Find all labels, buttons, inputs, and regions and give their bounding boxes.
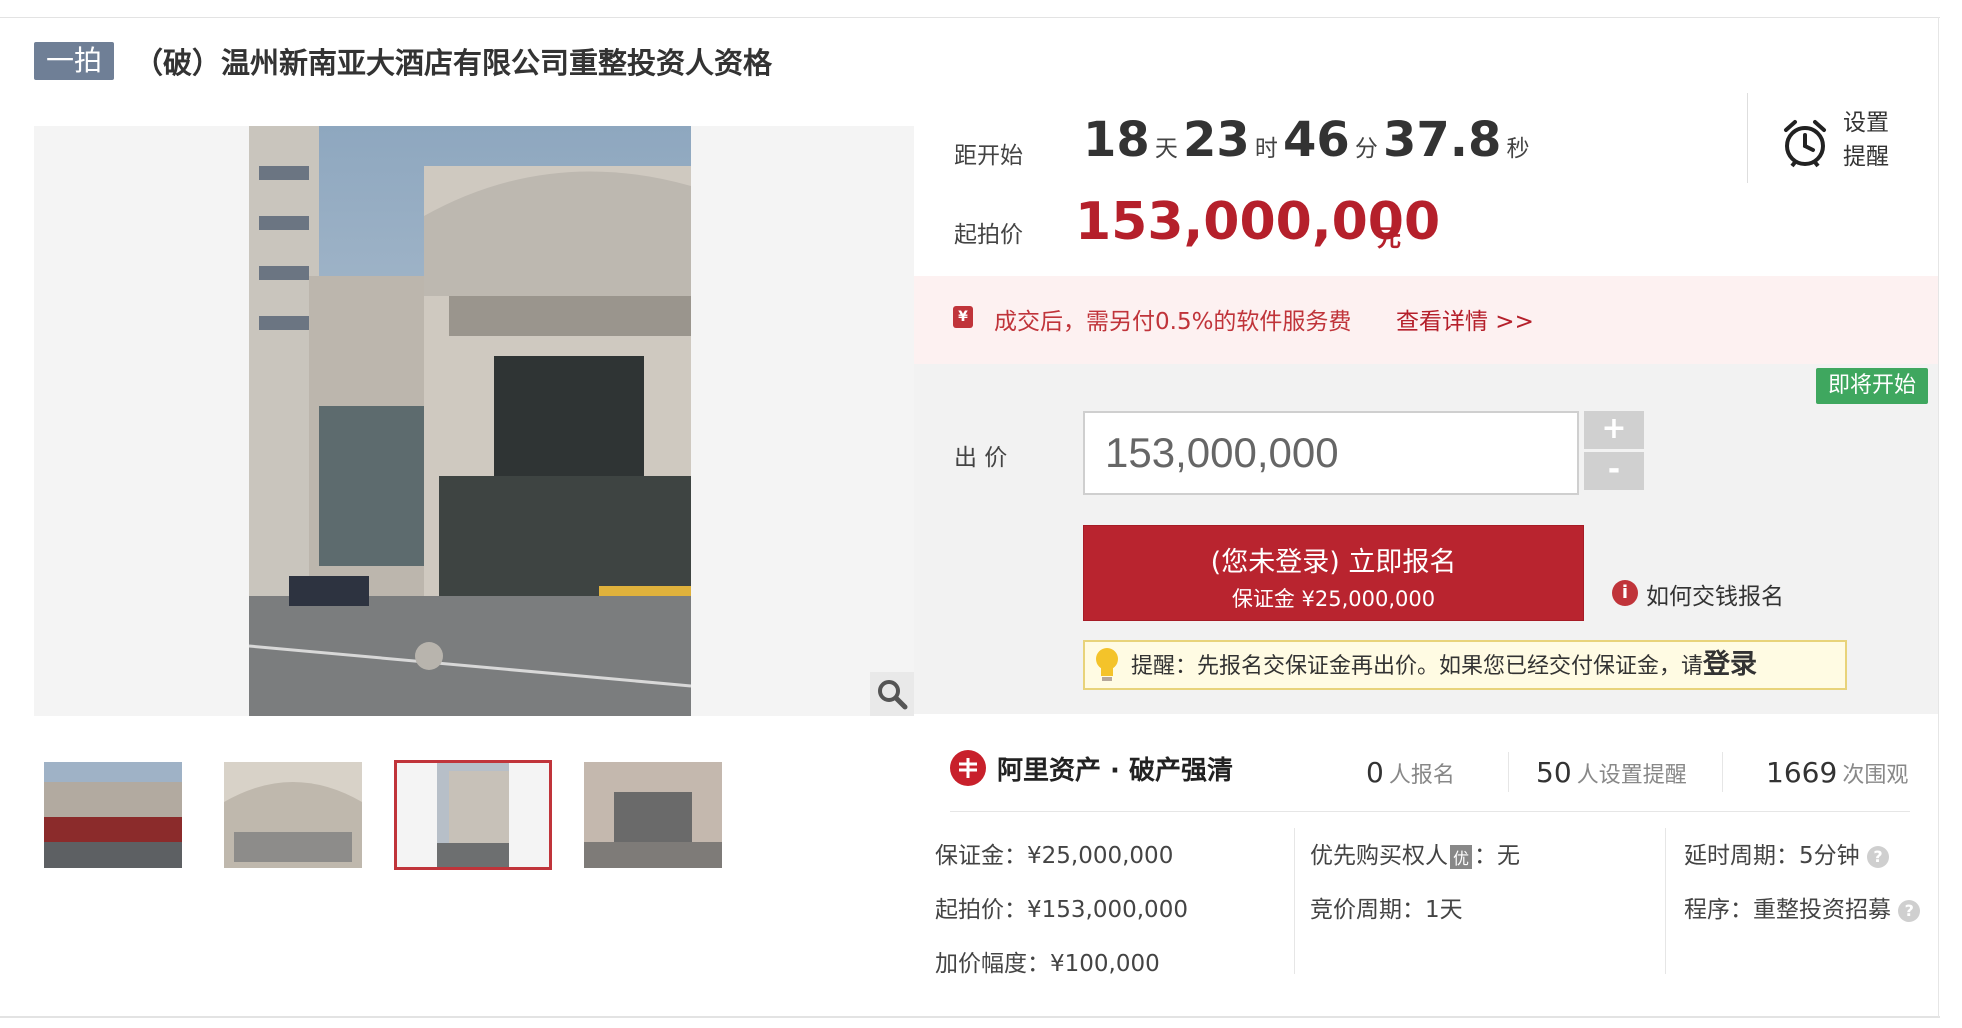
details-divider-2	[1665, 828, 1666, 974]
fee-icon: ¥	[953, 306, 973, 328]
bid-label: 出 价	[954, 445, 1008, 471]
reminder-line-2: 提醒	[1843, 144, 1889, 170]
start-price-unit: 元	[1377, 224, 1401, 252]
countdown-hours: 23	[1182, 112, 1250, 168]
thumbnail-3-selected[interactable]	[394, 760, 552, 870]
signup-count: 0 人报名	[1366, 756, 1455, 789]
stats-divider-1	[1508, 752, 1509, 792]
details-divider	[950, 811, 1910, 812]
page-title: （破）温州新南亚大酒店有限公司重整投资人资格	[134, 46, 773, 80]
bottom-divider	[0, 1016, 1940, 1018]
magnifier-icon	[878, 680, 908, 710]
reminder-line-1: 设置	[1843, 110, 1889, 136]
detail-delay: 延时周期：5分钟 ?	[1684, 836, 1889, 870]
delay-help-icon[interactable]: ?	[1866, 845, 1889, 868]
login-link[interactable]: 登录	[1703, 649, 1757, 680]
bid-amount-input[interactable]: 153,000,000	[1083, 411, 1579, 495]
seller-logo-icon	[950, 750, 986, 786]
thumbnail-4[interactable]	[584, 762, 722, 868]
decrease-bid-button[interactable]: -	[1584, 452, 1644, 490]
view-count-label: 次围观	[1842, 763, 1909, 788]
detail-priority: 优先购买权人优：无	[1310, 836, 1520, 870]
zoom-button[interactable]	[870, 672, 914, 716]
days-unit: 天	[1154, 136, 1178, 162]
start-price-label: 起拍价	[954, 222, 1023, 248]
priority-badge: 优	[1450, 844, 1473, 869]
reminder-divider	[1747, 93, 1748, 183]
tip-text: 提醒：先报名交保证金再出价。如果您已经交付保证金，请	[1131, 654, 1704, 679]
detail-increment: 加价幅度：¥100,000	[935, 951, 1160, 977]
seller-name[interactable]: 阿里资产 · 破产强清	[997, 750, 1233, 787]
detail-procedure: 程序：重整投资招募 ?	[1684, 890, 1921, 924]
info-icon: i	[1612, 580, 1638, 606]
countdown-seconds: 37.8	[1382, 112, 1502, 168]
signup-main-label: (您未登录) 立即报名	[1210, 547, 1457, 578]
view-count-value: 1669	[1766, 756, 1838, 789]
detail-deposit: 保证金：¥25,000,000	[935, 843, 1174, 869]
stats-divider-2	[1722, 752, 1723, 792]
reminder-count-value: 50	[1536, 756, 1572, 789]
signup-deposit-label: 保证金 ¥25,000,000	[1231, 587, 1436, 611]
signup-button[interactable]: (您未登录) 立即报名 保证金 ¥25,000,000	[1083, 525, 1584, 621]
detail-cycle: 竞价周期：1天	[1310, 897, 1463, 923]
signup-count-label: 人报名	[1388, 763, 1455, 788]
login-tip: 提醒：先报名交保证金再出价。如果您已经交付保证金，请登录	[1083, 640, 1847, 690]
view-count: 1669 次围观	[1766, 756, 1908, 789]
delay-text: 延时周期：5分钟	[1684, 843, 1860, 869]
main-photo[interactable]	[249, 126, 691, 716]
detail-start-price: 起拍价：¥153,000,000	[935, 897, 1188, 923]
priority-value: ：无	[1474, 843, 1521, 869]
alarm-clock-icon[interactable]	[1782, 118, 1828, 170]
countdown-minutes: 46	[1282, 112, 1350, 168]
thumbnail-2[interactable]	[224, 762, 362, 868]
countdown-days: 18	[1083, 112, 1150, 168]
hours-unit: 时	[1254, 136, 1278, 162]
thumbnail-1[interactable]	[44, 762, 182, 868]
auction-round-tag: 一拍	[34, 42, 114, 80]
lightbulb-icon	[1093, 646, 1121, 684]
how-to-pay-link[interactable]: 如何交钱报名	[1646, 577, 1784, 611]
priority-label: 优先购买权人	[1310, 843, 1448, 869]
increase-bid-button[interactable]: +	[1584, 411, 1644, 449]
top-divider	[0, 17, 1940, 18]
procedure-text: 程序：重整投资招募	[1684, 897, 1891, 923]
view-details-link[interactable]: 查看详情 >>	[1396, 302, 1534, 336]
set-reminder-button[interactable]: 设置 提醒	[1843, 106, 1889, 174]
reminder-count: 50 人设置提醒	[1536, 756, 1687, 789]
details-divider-1	[1294, 828, 1295, 974]
countdown-label: 距开始	[954, 143, 1023, 169]
reminder-count-label: 人设置提醒	[1576, 763, 1687, 788]
minutes-unit: 分	[1354, 136, 1378, 162]
right-divider	[1938, 17, 1939, 1017]
seconds-unit: 秒	[1506, 136, 1530, 162]
status-badge: 即将开始	[1816, 368, 1928, 404]
service-fee-text: 成交后，需另付0.5%的软件服务费	[994, 309, 1352, 335]
countdown-timer: 18 天 23 时 46 分 37.8 秒	[1083, 112, 1529, 168]
procedure-help-icon[interactable]: ?	[1898, 899, 1921, 922]
signup-count-value: 0	[1366, 756, 1384, 789]
